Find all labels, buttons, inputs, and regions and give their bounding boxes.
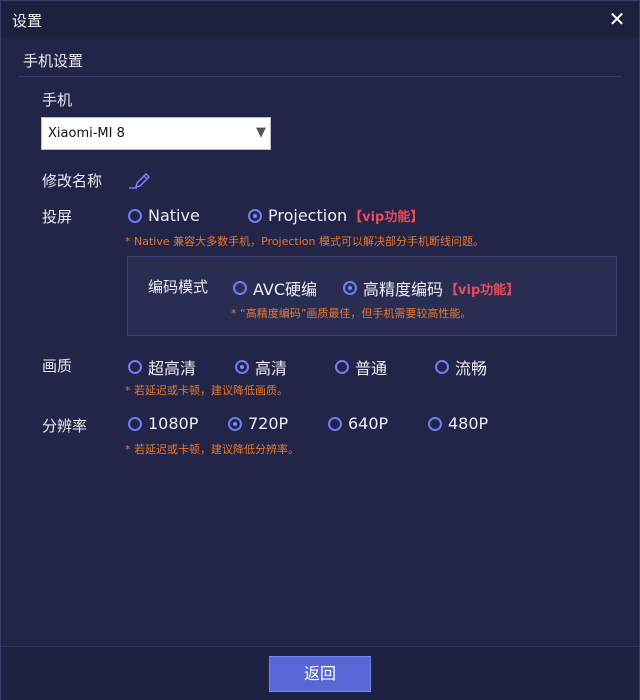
settings-dialog: 设置 ✕ 手机设置 手机 Xiaomi-MI 8 ▼ 修改名称 投屏 Nativ… [0, 0, 640, 700]
back-button[interactable]: 返回 [269, 656, 371, 692]
section-divider [19, 76, 621, 77]
projection-note: * Native 兼容大多数手机，Projection 模式可以解决部分手机断线… [125, 235, 484, 248]
vip-badge: 【vip功能】 [349, 210, 424, 225]
encoding-label: 编码模式 [148, 278, 209, 296]
quality-label: 画质 [42, 357, 73, 375]
quality-option-smooth[interactable]: 流畅 [435, 355, 487, 379]
projection-option-projection[interactable]: Projection 【vip功能】 [248, 206, 423, 225]
quality-note: * 若延迟或卡顿，建议降低画质。 [125, 384, 288, 397]
radio-selected-icon [235, 360, 249, 374]
phone-select[interactable]: Xiaomi-MI 8 ▼ [41, 117, 271, 150]
pencil-icon[interactable] [128, 172, 152, 190]
option-label: AVC硬编 [253, 280, 318, 299]
option-label: 流畅 [455, 359, 488, 378]
option-label: 1080P [148, 414, 199, 433]
close-icon[interactable]: ✕ [607, 7, 627, 31]
option-label: 超高清 [148, 359, 197, 378]
resolution-option-640p[interactable]: 640P [328, 414, 388, 433]
radio-icon [428, 416, 442, 431]
option-label: Projection [268, 206, 348, 225]
section-title: 手机设置 [23, 52, 84, 70]
encoding-note: * “高精度编码”画质最佳，但手机需要较高性能。 [231, 307, 472, 320]
rename-label: 修改名称 [42, 172, 103, 190]
projection-label: 投屏 [42, 208, 73, 226]
title-bar: 设置 ✕ [1, 1, 639, 38]
radio-icon [128, 360, 142, 374]
option-label: Native [148, 206, 200, 225]
resolution-option-480p[interactable]: 480P [428, 414, 488, 433]
option-label: 480P [448, 414, 489, 433]
projection-option-native[interactable]: Native [128, 206, 200, 225]
vip-badge: 【vip功能】 [445, 282, 520, 298]
option-label: 720P [248, 414, 289, 433]
resolution-option-720p[interactable]: 720P [228, 414, 288, 433]
quality-option-normal[interactable]: 普通 [335, 355, 387, 379]
radio-icon [328, 416, 342, 431]
radio-icon [335, 360, 349, 374]
encoding-panel: 编码模式 AVC硬编 高精度编码 【vip功能】 * “高精度编码”画质最佳，但… [127, 256, 617, 336]
phone-select-value: Xiaomi-MI 8 [48, 126, 125, 141]
quality-option-hd[interactable]: 高清 [235, 355, 287, 379]
dialog-title: 设置 [12, 12, 43, 30]
option-label: 普通 [355, 359, 388, 378]
chevron-down-icon: ▼ [256, 125, 266, 140]
option-label: 高精度编码 [363, 280, 444, 299]
radio-icon [128, 416, 142, 431]
dialog-footer: 返回 [1, 646, 639, 700]
radio-selected-icon [248, 208, 262, 223]
option-label: 640P [348, 414, 389, 433]
radio-icon [435, 360, 449, 374]
encoding-option-high-precision[interactable]: 高精度编码 【vip功能】 [343, 276, 519, 300]
radio-selected-icon [228, 416, 242, 431]
phone-label: 手机 [42, 91, 73, 109]
radio-icon [128, 208, 142, 223]
radio-icon [233, 281, 247, 295]
resolution-option-1080p[interactable]: 1080P [128, 414, 198, 433]
option-label: 高清 [255, 359, 288, 378]
encoding-option-avc[interactable]: AVC硬编 [233, 276, 317, 300]
quality-option-ultra-hd[interactable]: 超高清 [128, 355, 196, 379]
resolution-label: 分辨率 [42, 417, 88, 435]
resolution-note: * 若延迟或卡顿，建议降低分辨率。 [125, 443, 299, 456]
radio-selected-icon [343, 281, 357, 295]
